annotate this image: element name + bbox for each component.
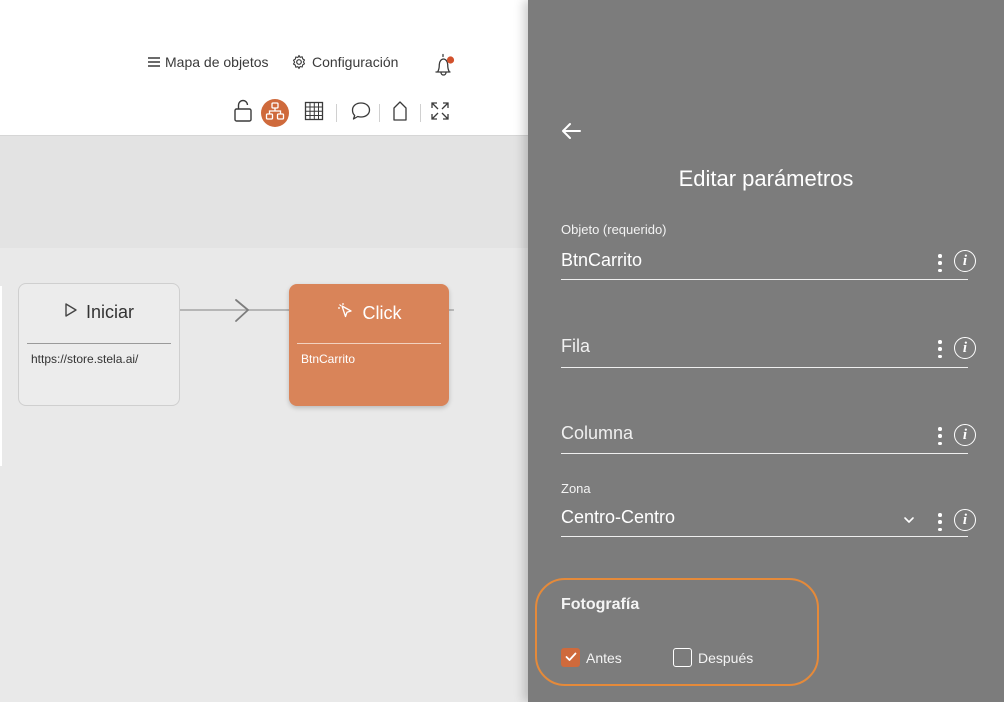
chevron-down-icon[interactable] <box>903 511 915 529</box>
after-checkbox-label[interactable]: Después <box>698 650 753 666</box>
zone-field-value: Centro-Centro <box>561 507 676 527</box>
play-icon <box>64 302 78 323</box>
field-underline <box>561 536 968 537</box>
more-vertical-icon[interactable] <box>937 513 943 531</box>
object-field-label: Objeto (requerido) <box>561 222 667 237</box>
more-vertical-icon[interactable] <box>937 254 943 272</box>
column-field[interactable]: Columna i <box>561 423 976 457</box>
flow-editor: Mapa de objetos Configuración Iniciar ht… <box>0 0 528 702</box>
photo-section-highlight <box>535 578 819 686</box>
panel-title: Editar parámetros <box>678 166 854 191</box>
click-node-title: Click <box>362 303 402 323</box>
check-icon <box>565 649 577 667</box>
back-button[interactable] <box>560 120 588 146</box>
zone-field-label: Zona <box>561 481 591 496</box>
photo-section-title: Fotografía <box>561 596 640 613</box>
node-divider <box>297 343 441 344</box>
more-vertical-icon[interactable] <box>937 427 943 445</box>
zone-select[interactable]: Zona Centro-Centro i <box>561 481 976 541</box>
object-field-value: BtnCarrito <box>561 250 643 270</box>
before-checkbox-label[interactable]: Antes <box>586 650 622 666</box>
before-checkbox[interactable] <box>561 648 580 667</box>
node-divider <box>27 343 171 344</box>
row-field[interactable]: Fila i <box>561 336 976 370</box>
click-node-object: BtnCarrito <box>301 352 356 366</box>
start-node-url: https://store.stela.ai/ <box>31 352 139 366</box>
info-icon[interactable]: i <box>954 509 976 531</box>
info-icon[interactable]: i <box>954 337 976 359</box>
arrow-left-icon <box>560 122 582 145</box>
after-checkbox[interactable] <box>673 648 692 667</box>
field-underline <box>561 453 968 454</box>
field-underline <box>561 367 968 368</box>
window-edge <box>0 286 2 466</box>
more-vertical-icon[interactable] <box>937 340 943 358</box>
field-underline <box>561 279 968 280</box>
row-field-placeholder: Fila <box>561 336 591 356</box>
pointer-click-icon <box>337 302 355 325</box>
column-field-placeholder: Columna <box>561 423 634 443</box>
start-node[interactable]: Iniciar https://store.stela.ai/ <box>18 283 180 406</box>
object-field[interactable]: Objeto (requerido) BtnCarrito i <box>561 222 976 284</box>
start-node-title: Iniciar <box>85 302 134 322</box>
info-icon[interactable]: i <box>954 250 976 272</box>
click-node[interactable]: Click BtnCarrito <box>289 284 449 406</box>
info-icon[interactable]: i <box>954 424 976 446</box>
